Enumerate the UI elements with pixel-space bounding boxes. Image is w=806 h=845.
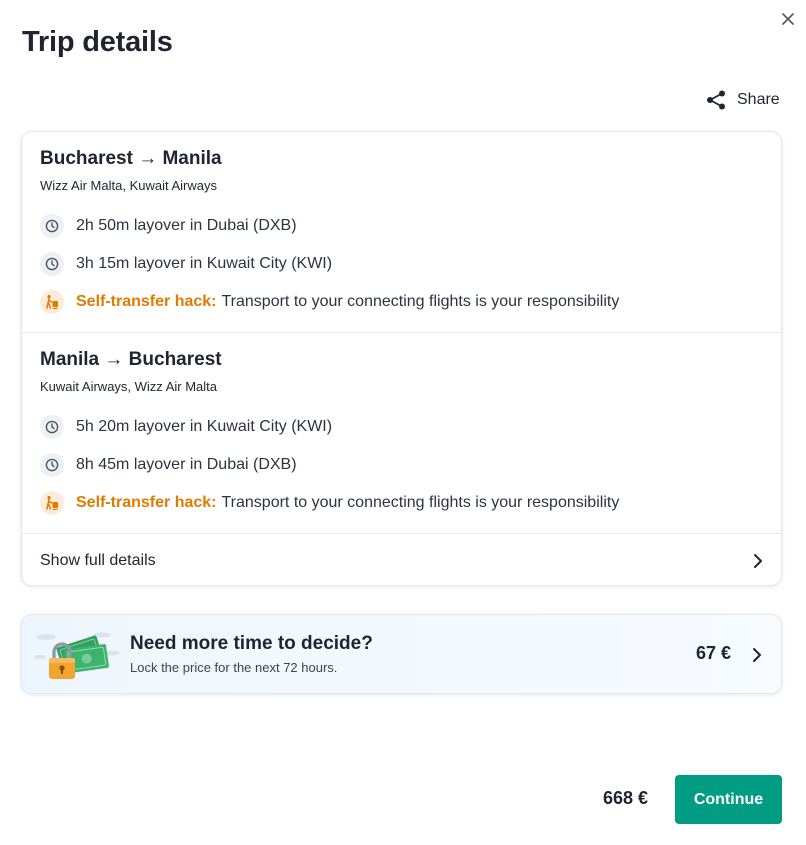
- itinerary-card: Bucharest → Manila Wizz Air Malta, Kuwai…: [21, 131, 782, 586]
- outbound-leg: Bucharest → Manila Wizz Air Malta, Kuwai…: [22, 132, 781, 332]
- layover-text: 3h 15m layover in Kuwait City (KWI): [76, 255, 333, 272]
- close-icon: [782, 13, 794, 25]
- share-icon: [707, 90, 725, 110]
- show-full-details-button[interactable]: Show full details: [22, 533, 781, 585]
- route-title: Manila → Bucharest: [40, 349, 222, 370]
- share-label: Share: [737, 91, 780, 108]
- show-full-details-label: Show full details: [40, 551, 156, 569]
- layover-text: 8h 45m layover in Dubai (DXB): [76, 456, 297, 473]
- luggage-icon: [40, 290, 64, 314]
- price-lock-price: 67 €: [696, 643, 732, 663]
- self-transfer-label: Self-transfer hack:: [76, 494, 217, 511]
- layover-text: 2h 50m layover in Dubai (DXB): [76, 217, 297, 234]
- layover-row: 2h 50m layover in Dubai (DXB): [40, 214, 297, 238]
- layover-text: 5h 20m layover in Kuwait City (KWI): [76, 418, 333, 435]
- self-transfer-text: Transport to your connecting flights is …: [221, 494, 620, 511]
- layover-row: 3h 15m layover in Kuwait City (KWI): [40, 252, 332, 276]
- layover-row: 5h 20m layover in Kuwait City (KWI): [40, 415, 332, 439]
- airlines: Kuwait Airways, Wizz Air Malta: [40, 379, 217, 394]
- page-title: Trip details: [22, 26, 173, 58]
- luggage-icon: [40, 491, 64, 515]
- self-transfer-row: Self-transfer hack: Transport to your co…: [40, 491, 619, 515]
- airlines: Wizz Air Malta, Kuwait Airways: [40, 178, 217, 193]
- layover-row: 8h 45m layover in Dubai (DXB): [40, 453, 297, 477]
- route-title: Bucharest → Manila: [40, 148, 222, 169]
- chevron-right-icon: [754, 553, 762, 568]
- self-transfer-text: Transport to your connecting flights is …: [221, 293, 620, 310]
- price-lock-title: Need more time to decide?: [130, 633, 373, 654]
- clock-icon: [40, 252, 64, 276]
- price-lock-card[interactable]: Need more time to decide? Lock the price…: [21, 614, 782, 694]
- clock-icon: [40, 214, 64, 238]
- return-leg: Manila → Bucharest Kuwait Airways, Wizz …: [22, 332, 781, 533]
- chevron-right-icon: [753, 648, 761, 662]
- price-lock-subtitle: Lock the price for the next 72 hours.: [130, 660, 338, 675]
- clock-icon: [40, 453, 64, 477]
- close-button[interactable]: [778, 9, 798, 29]
- total-price: 668 €: [603, 788, 649, 808]
- price-lock-illustration: [34, 632, 120, 679]
- self-transfer-row: Self-transfer hack: Transport to your co…: [40, 290, 619, 314]
- clock-icon: [40, 415, 64, 439]
- continue-button[interactable]: Continue: [675, 775, 782, 824]
- self-transfer-label: Self-transfer hack:: [76, 293, 217, 310]
- share-button[interactable]: Share: [705, 88, 780, 112]
